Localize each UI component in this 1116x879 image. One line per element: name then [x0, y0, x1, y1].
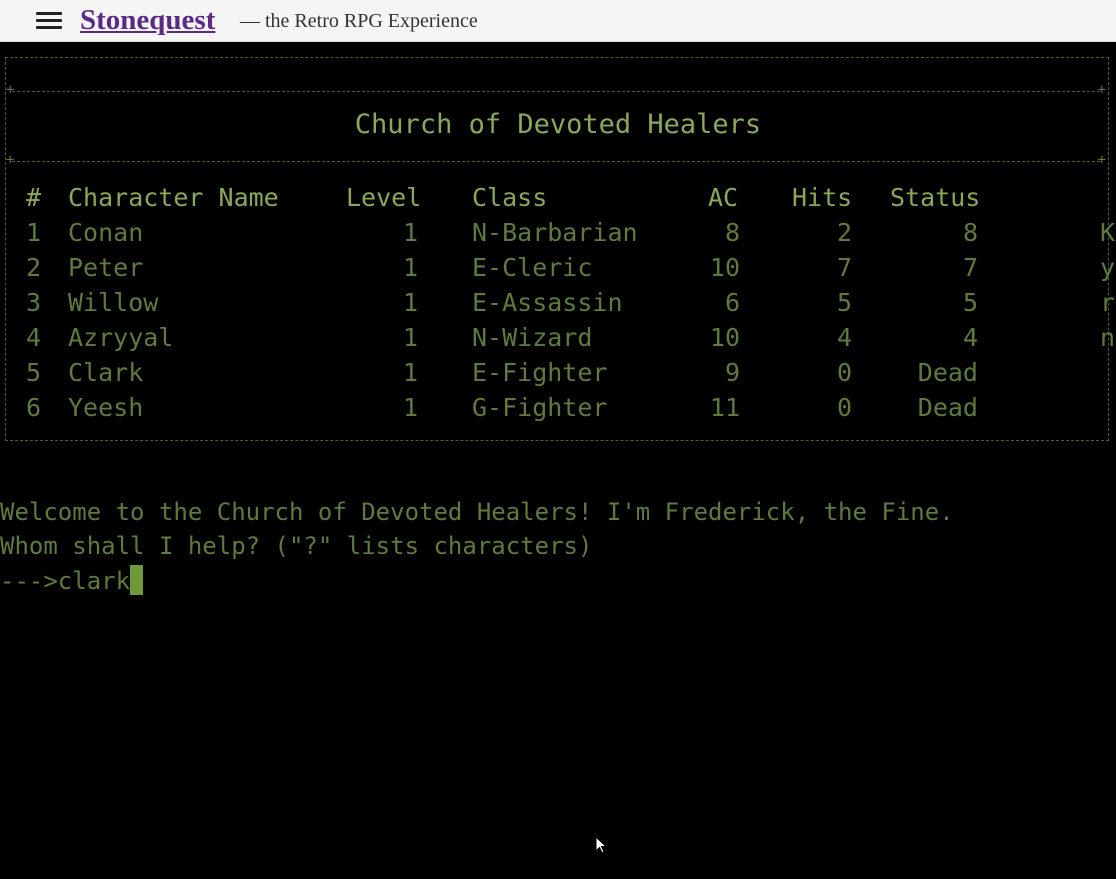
hamburger-menu-icon[interactable]: [36, 12, 62, 30]
site-tagline: — the Retro RPG Experience: [240, 10, 478, 32]
character-status: 7: [962, 253, 978, 282]
character-extra: n: [1100, 323, 1116, 352]
character-hits: 0: [836, 393, 852, 422]
command-input[interactable]: clark: [58, 567, 130, 595]
character-class: N-Barbarian: [472, 218, 638, 247]
character-row: 5 Clark 1 E-Fighter 9 0 Dead: [0, 356, 1116, 390]
character-hits: 4: [836, 323, 852, 352]
col-header-name: Character Name: [68, 183, 279, 212]
col-header-status: Status: [890, 183, 981, 212]
site-title-link[interactable]: Stonequest: [80, 2, 215, 38]
text-cursor: [130, 565, 144, 595]
help-prompt-message: Whom shall I help? ("?" lists characters…: [0, 532, 593, 560]
prompt-arrow: --->: [0, 567, 58, 595]
col-header-hits: Hits: [792, 183, 853, 212]
character-hits: 7: [836, 253, 852, 282]
welcome-message: Welcome to the Church of Devoted Healers…: [0, 498, 954, 526]
character-row: 2 Peter 1 E-Cleric 10 7 7 y: [0, 251, 1116, 285]
character-level: 1: [402, 393, 418, 422]
character-level: 1: [402, 288, 418, 317]
top-bar: Stonequest — the Retro RPG Experience: [0, 0, 1116, 42]
character-num: 1: [26, 218, 42, 247]
character-class: G-Fighter: [472, 393, 608, 422]
character-status: Dead: [917, 393, 978, 422]
col-header-num: #: [26, 183, 42, 212]
character-num: 6: [26, 393, 42, 422]
divider-top: [6, 82, 1106, 98]
character-name: Clark: [68, 358, 144, 387]
character-extra: r: [1100, 288, 1116, 317]
col-header-level: Level: [346, 183, 422, 212]
character-hits: 2: [836, 218, 852, 247]
character-ac: 11: [709, 393, 740, 422]
character-row: 3 Willow 1 E-Assassin 6 5 5 r: [0, 286, 1116, 320]
character-num: 3: [26, 288, 42, 317]
character-class: E-Fighter: [472, 358, 608, 387]
character-ac: 10: [709, 253, 740, 282]
location-title: Church of Devoted Healers: [354, 109, 762, 140]
character-num: 2: [26, 253, 42, 282]
character-name: Willow: [68, 288, 159, 317]
character-status: 8: [962, 218, 978, 247]
character-name: Yeesh: [68, 393, 144, 422]
table-header-row: # Character Name Level Class AC Hits Sta…: [0, 181, 1116, 215]
character-hits: 0: [836, 358, 852, 387]
game-terminal[interactable]: Church of Devoted Healers # Character Na…: [0, 43, 1116, 879]
character-num: 5: [26, 358, 42, 387]
character-status: 4: [962, 323, 978, 352]
character-class: E-Assassin: [472, 288, 623, 317]
character-class: N-Wizard: [472, 323, 593, 352]
character-ac: 8: [724, 218, 740, 247]
character-level: 1: [402, 323, 418, 352]
character-level: 1: [402, 218, 418, 247]
divider-bottom: [6, 152, 1106, 168]
character-name: Conan: [68, 218, 144, 247]
character-status: 5: [962, 288, 978, 317]
character-hits: 5: [836, 288, 852, 317]
character-row: 6 Yeesh 1 G-Fighter 11 0 Dead: [0, 391, 1116, 425]
character-name: Peter: [68, 253, 144, 282]
character-row: 4 Azryyal 1 N-Wizard 10 4 4 n: [0, 321, 1116, 355]
command-line[interactable]: --->clark: [0, 564, 144, 598]
character-num: 4: [26, 323, 42, 352]
character-ac: 9: [724, 358, 740, 387]
character-extra: y: [1100, 253, 1116, 282]
character-extra: K: [1100, 218, 1116, 247]
character-row: 1 Conan 1 N-Barbarian 8 2 8 K: [0, 216, 1116, 250]
character-ac: 10: [709, 323, 740, 352]
col-header-ac: AC: [708, 183, 739, 212]
character-status: Dead: [917, 358, 978, 387]
col-header-class: Class: [472, 183, 548, 212]
character-level: 1: [402, 358, 418, 387]
character-ac: 6: [724, 288, 740, 317]
character-name: Azryyal: [68, 323, 174, 352]
character-level: 1: [402, 253, 418, 282]
character-class: E-Cleric: [472, 253, 593, 282]
